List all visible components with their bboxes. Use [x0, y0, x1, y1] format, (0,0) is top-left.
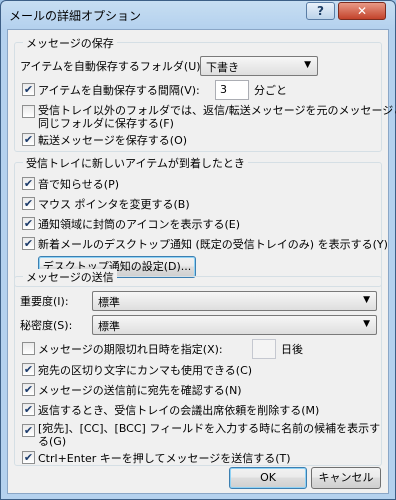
commas-separator-label: 宛先の区切り文字にカンマも使用できる(C) [38, 364, 253, 377]
save-forwarded-checkbox[interactable]: ✔ [22, 133, 35, 146]
delete-meeting-requests-checkbox[interactable]: ✔ [22, 403, 35, 416]
importance-label: 重要度(I): [20, 295, 69, 308]
commas-separator-checkbox[interactable]: ✔ [22, 363, 35, 376]
desktop-alert-label: 新着メールのデスクトップ通知 (既定の受信トレイのみ) を表示する(Y) [38, 238, 388, 251]
sensitivity-select[interactable]: 標準 ▼ [92, 315, 377, 335]
save-replies-label-line2: 同じフォルダに保存する(F) [38, 117, 174, 130]
chevron-down-icon: ▼ [363, 295, 370, 305]
play-sound-label: 音で知らせる(P) [38, 178, 119, 191]
envelope-icon-label: 通知領域に封筒のアイコンを表示する(E) [38, 218, 240, 231]
dialog-body: メッセージの保存 アイテムを自動保存するフォルダ(U): 下書き ▼ ✔ アイテ… [7, 29, 396, 494]
importance-value: 標準 [98, 296, 120, 309]
check-names-checkbox[interactable]: ✔ [22, 383, 35, 396]
chevron-down-icon: ▼ [363, 319, 370, 329]
dialog-window: メールの詳細オプション ? ✕ メッセージの保存 アイテムを自動保存するフォルダ… [0, 0, 396, 500]
autosave-label: アイテムを自動保存する間隔(V): [38, 84, 200, 97]
check-names-label: メッセージの送信前に宛先を確認する(N) [38, 384, 242, 397]
suggest-names-label-line2: る(G) [38, 435, 67, 448]
expire-days-unit: 日後 [281, 343, 303, 356]
expire-label: メッセージの期限切れ日時を指定(X): [38, 343, 223, 356]
send-messages-heading: メッセージの送信 [23, 269, 117, 285]
save-replies-checkbox[interactable] [22, 105, 35, 118]
autosave-folder-label: アイテムを自動保存するフォルダ(U): [20, 60, 205, 73]
change-pointer-label: マウス ポインタを変更する(B) [38, 198, 190, 211]
delete-meeting-requests-label: 返信するとき、受信トレイの会議出席依頼を削除する(M) [38, 404, 320, 417]
expire-checkbox[interactable] [22, 342, 35, 355]
ok-button[interactable]: OK [229, 467, 307, 489]
save-messages-group: メッセージの保存 アイテムを自動保存するフォルダ(U): 下書き ▼ ✔ アイテ… [14, 35, 396, 152]
new-item-arrival-heading: 受信トレイに新しいアイテムが到着したとき [23, 155, 248, 171]
sensitivity-label: 秘密度(S): [20, 319, 73, 332]
expire-days-input[interactable] [252, 339, 276, 359]
sensitivity-value: 標準 [98, 320, 120, 333]
desktop-alert-checkbox[interactable]: ✔ [22, 237, 35, 250]
dialog-title: メールの詳細オプション [9, 9, 142, 23]
help-button[interactable]: ? [306, 2, 335, 20]
save-messages-heading: メッセージの保存 [23, 35, 117, 51]
play-sound-checkbox[interactable]: ✔ [22, 177, 35, 190]
chevron-down-icon: ▼ [304, 60, 311, 70]
cancel-button[interactable]: キャンセル [311, 467, 381, 489]
autosave-folder-select[interactable]: 下書き ▼ [200, 56, 318, 76]
suggest-names-label-line1: [宛先]、[CC]、[BCC] フィールドを入力する時に名前の候補を表示す [38, 422, 381, 435]
autosave-interval-input[interactable]: 3 [215, 80, 249, 100]
autosave-folder-value: 下書き [206, 61, 239, 74]
ctrl-enter-send-checkbox[interactable]: ✔ [22, 451, 35, 464]
autosave-interval-unit: 分ごと [254, 84, 287, 97]
title-bar[interactable]: メールの詳細オプション ? ✕ [1, 1, 395, 29]
envelope-icon-checkbox[interactable]: ✔ [22, 217, 35, 230]
importance-select[interactable]: 標準 ▼ [92, 291, 377, 311]
change-pointer-checkbox[interactable]: ✔ [22, 197, 35, 210]
ctrl-enter-send-label: Ctrl+Enter キーを押してメッセージを送信する(T) [38, 452, 291, 465]
send-messages-group: メッセージの送信 重要度(I): 標準 ▼ 秘密度(S): 標準 ▼ メッセージ… [14, 269, 382, 466]
suggest-names-checkbox[interactable]: ✔ [22, 424, 35, 437]
autosave-checkbox[interactable]: ✔ [22, 83, 35, 96]
close-button[interactable]: ✕ [338, 2, 386, 20]
save-forwarded-label: 転送メッセージを保存する(O) [38, 134, 188, 147]
